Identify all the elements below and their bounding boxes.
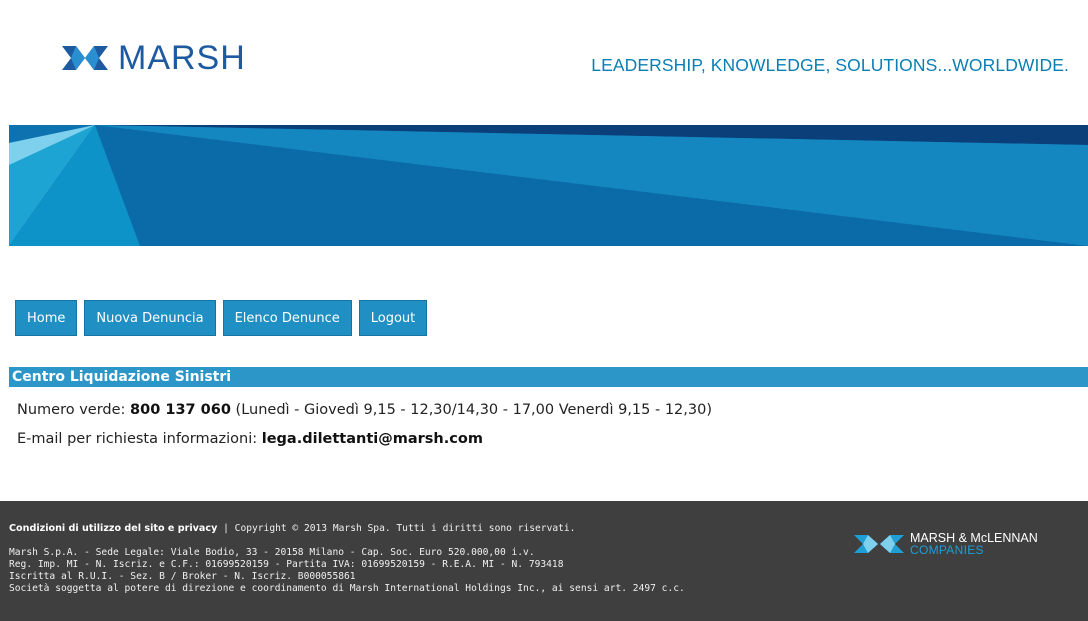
mmc-logo-line2: COMPANIES	[910, 543, 984, 557]
section-title: Centro Liquidazione Sinistri	[9, 367, 1088, 387]
email-prefix: E-mail per richiesta informazioni:	[17, 431, 262, 447]
logo-text: MARSH	[118, 39, 246, 77]
legal-line: Società soggetta al potere di direzione …	[9, 583, 685, 594]
privacy-link[interactable]: Condizioni di utilizzo del sito e privac…	[9, 523, 217, 534]
legal-line: Marsh S.p.A. - Sede Legale: Viale Bodio,…	[9, 547, 535, 558]
nav-logout-button[interactable]: Logout	[358, 300, 428, 336]
phone-prefix: Numero verde:	[17, 402, 131, 418]
email-link[interactable]: lega.dilettanti@marsh.com	[262, 431, 483, 447]
mmc-logo[interactable]: MARSH & McLENNAN COMPANIES	[854, 532, 1038, 556]
legal-line: Iscritta al R.U.I. - Sez. B / Broker - N…	[9, 571, 356, 582]
tagline: LEADERSHIP, KNOWLEDGE, SOLUTIONS...WORLD…	[591, 55, 1069, 75]
marsh-logo[interactable]: MARSH	[62, 38, 246, 78]
email-info: E-mail per richiesta informazioni: lega.…	[17, 431, 483, 447]
footer-copyright-line: Condizioni di utilizzo del sito e privac…	[9, 523, 575, 534]
mmc-logo-text: MARSH & McLENNAN COMPANIES	[910, 532, 1038, 556]
copyright-text: | Copyright © 2013 Marsh Spa. Tutti i di…	[217, 523, 576, 534]
phone-number: 800 137 060	[130, 402, 231, 418]
nav-nuova-denuncia-button[interactable]: Nuova Denuncia	[84, 300, 216, 336]
phone-hours: (Lunedì - Giovedì 9,15 - 12,30/14,30 - 1…	[230, 402, 712, 418]
main-nav: Home Nuova Denuncia Elenco Denunce Logou…	[15, 300, 428, 336]
page-header: MARSH LEADERSHIP, KNOWLEDGE, SOLUTIONS..…	[0, 0, 1088, 125]
nav-elenco-denunce-button[interactable]: Elenco Denunce	[222, 300, 352, 336]
nav-home-button[interactable]: Home	[15, 300, 78, 336]
marsh-logo-icon	[62, 46, 108, 70]
page-footer: Condizioni di utilizzo del sito e privac…	[0, 501, 1088, 621]
hero-banner	[0, 125, 1088, 246]
phone-info: Numero verde: 800 137 060 (Lunedì - Giov…	[17, 402, 712, 418]
mmc-logo-icon	[854, 535, 904, 553]
legal-line: Reg. Imp. MI - N. Iscriz. e C.F.: 016995…	[9, 559, 564, 570]
